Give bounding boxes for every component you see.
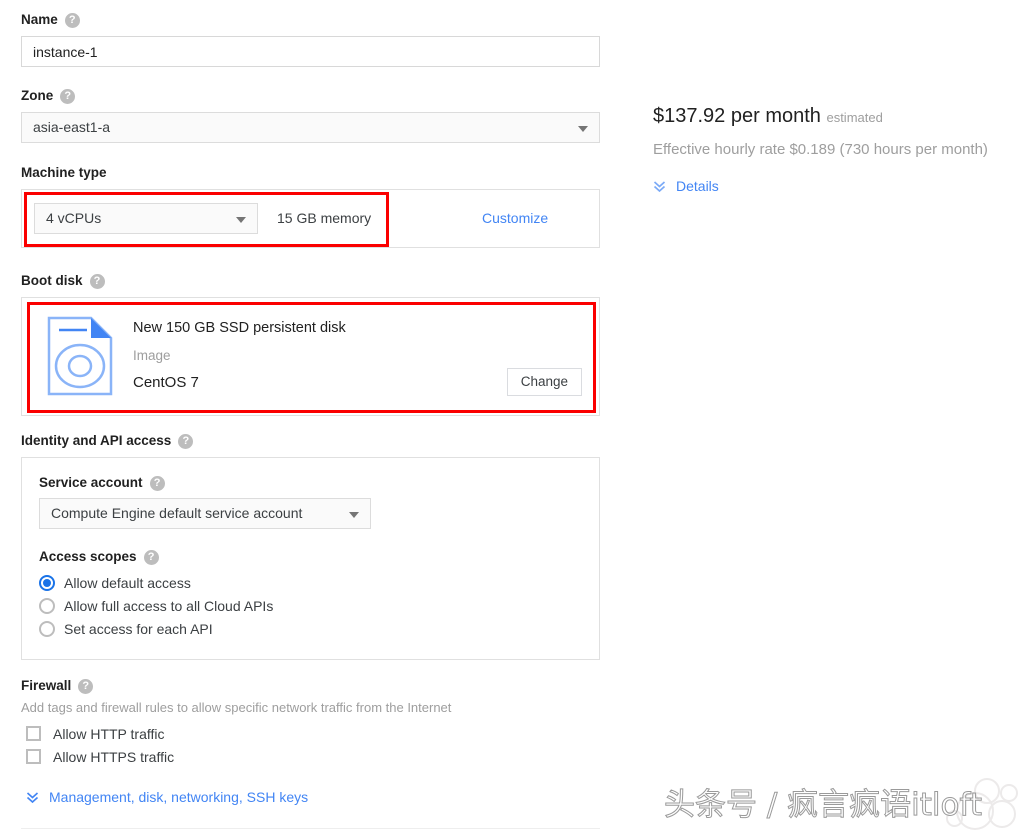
help-icon[interactable]: ? bbox=[149, 475, 165, 491]
firewall-checkbox-group: Allow HTTP traffic Allow HTTPS traffic bbox=[21, 722, 451, 768]
help-icon[interactable]: ? bbox=[78, 678, 94, 694]
radio-label: Set access for each API bbox=[64, 620, 213, 637]
help-icon[interactable]: ? bbox=[89, 273, 105, 289]
firewall-description: Add tags and firewall rules to allow spe… bbox=[21, 700, 452, 715]
watermark-text: 头条号 / 疯言疯语itloft bbox=[663, 787, 983, 824]
radio-label: Allow full access to all Cloud APIs bbox=[64, 597, 274, 614]
management-disk-networking-ssh-expander[interactable]: Management, disk, networking, SSH keys bbox=[26, 789, 308, 805]
chevron-down-icon bbox=[578, 125, 588, 132]
pricing-estimate-panel: $137.92 per month estimated Effective ho… bbox=[653, 104, 1024, 194]
firewall-group: Firewall ? Add tags and firewall rules t… bbox=[21, 678, 451, 768]
change-button[interactable]: Change bbox=[506, 368, 582, 396]
boot-disk-image-value: CentOS 7 bbox=[133, 374, 199, 391]
price-estimated-suffix: estimated bbox=[826, 110, 883, 125]
effective-hourly-rate: Effective hourly rate $0.189 (730 hours … bbox=[653, 141, 988, 158]
zone-select-value: asia-east1-a bbox=[33, 119, 111, 135]
price-headline-row: $137.92 per month estimated bbox=[653, 104, 1024, 130]
zone-field-group: Zone ? asia-east1-a bbox=[21, 88, 600, 143]
radio-set-access-each-api[interactable]: Set access for each API bbox=[39, 617, 273, 640]
name-label: Name bbox=[21, 12, 58, 27]
name-field-group: Name ? bbox=[21, 12, 600, 67]
price-amount: $137.92 per month bbox=[653, 105, 821, 127]
chevron-down-icon bbox=[349, 511, 359, 518]
checkbox-allow-https-traffic[interactable]: Allow HTTPS traffic bbox=[21, 745, 451, 768]
access-scopes-label: Access scopes bbox=[39, 549, 137, 564]
boot-disk-group: Boot disk ? New 150 GB SSD persistent di… bbox=[21, 273, 600, 416]
checkbox-icon bbox=[26, 726, 41, 741]
double-chevron-down-icon bbox=[653, 179, 666, 193]
memory-value: 15 GB memory bbox=[277, 210, 372, 226]
machine-type-panel: 4 vCPUs 15 GB memory Customize bbox=[21, 189, 600, 248]
help-icon[interactable]: ? bbox=[64, 12, 80, 28]
vcpu-select-value: 4 vCPUs bbox=[46, 210, 102, 226]
boot-disk-label-row: Boot disk ? bbox=[21, 273, 600, 289]
identity-api-access-group: Identity and API access ? Service accoun… bbox=[21, 433, 600, 660]
checkbox-allow-http-traffic[interactable]: Allow HTTP traffic bbox=[21, 722, 451, 745]
firewall-label: Firewall bbox=[21, 678, 72, 693]
service-account-label-row: Service account ? bbox=[39, 475, 165, 491]
customize-link[interactable]: Customize bbox=[482, 203, 548, 234]
management-expander-label: Management, disk, networking, SSH keys bbox=[49, 789, 309, 805]
access-scopes-label-row: Access scopes ? bbox=[39, 549, 159, 565]
help-icon[interactable]: ? bbox=[178, 433, 194, 449]
access-scopes-radio-group: Allow default access Allow full access t… bbox=[39, 571, 273, 640]
machine-type-label-row: Machine type bbox=[21, 165, 600, 181]
machine-type-label: Machine type bbox=[21, 165, 107, 180]
radio-allow-full-access[interactable]: Allow full access to all Cloud APIs bbox=[39, 594, 273, 617]
radio-icon bbox=[39, 574, 55, 591]
bottom-divider bbox=[21, 828, 600, 829]
watermark-circle-decoration bbox=[944, 778, 1024, 833]
firewall-label-row: Firewall ? bbox=[21, 678, 451, 694]
radio-icon bbox=[39, 597, 55, 614]
zone-label: Zone bbox=[21, 88, 54, 103]
identity-label: Identity and API access bbox=[21, 433, 172, 448]
boot-disk-title: New 150 GB SSD persistent disk bbox=[133, 320, 346, 336]
disk-document-icon bbox=[47, 316, 113, 401]
machine-type-group: Machine type 4 vCPUs 15 GB memory Custom… bbox=[21, 165, 600, 248]
zone-label-row: Zone ? bbox=[21, 88, 600, 104]
checkbox-label: Allow HTTP traffic bbox=[53, 725, 165, 742]
details-label: Details bbox=[676, 178, 719, 194]
radio-allow-default-access[interactable]: Allow default access bbox=[39, 571, 273, 594]
help-icon[interactable]: ? bbox=[60, 88, 76, 104]
radio-label: Allow default access bbox=[64, 574, 191, 591]
checkbox-icon bbox=[26, 749, 41, 764]
name-input[interactable] bbox=[21, 36, 600, 67]
vcpu-select[interactable]: 4 vCPUs bbox=[34, 203, 258, 234]
boot-disk-image-label: Image bbox=[133, 348, 171, 363]
identity-label-row: Identity and API access ? bbox=[21, 433, 600, 449]
watermark: 头条号 / 疯言疯语itloft bbox=[663, 778, 1024, 837]
double-chevron-down-icon bbox=[26, 790, 39, 804]
zone-select[interactable]: asia-east1-a bbox=[21, 112, 600, 143]
radio-icon bbox=[39, 620, 55, 637]
pricing-details-expander[interactable]: Details bbox=[653, 178, 1024, 194]
chevron-down-icon bbox=[236, 216, 246, 223]
service-account-value: Compute Engine default service account bbox=[51, 505, 303, 521]
help-icon[interactable]: ? bbox=[143, 549, 159, 565]
checkbox-label: Allow HTTPS traffic bbox=[53, 748, 175, 765]
service-account-label: Service account bbox=[39, 475, 143, 490]
identity-panel: Service account ? Compute Engine default… bbox=[21, 457, 600, 660]
boot-disk-label: Boot disk bbox=[21, 273, 83, 288]
service-account-select[interactable]: Compute Engine default service account bbox=[39, 498, 371, 529]
name-label-row: Name ? bbox=[21, 12, 600, 28]
boot-disk-panel: New 150 GB SSD persistent disk Image Cen… bbox=[21, 297, 600, 416]
